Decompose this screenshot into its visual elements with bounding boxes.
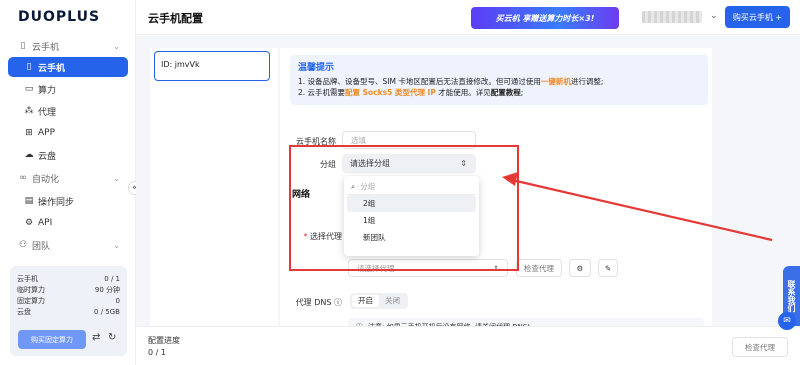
tip-text: 1. 设备品牌、设备型号、SIM 卡地区配置后无法直接修改。但可通过使用 [298,77,541,86]
group-option[interactable]: 2组 [347,195,476,212]
sidebar-item-label: 操作同步 [38,197,75,208]
config-tutorial-link[interactable]: 配置教程 [491,88,521,97]
stat-row: 云盘 0 / 5GB [17,307,120,318]
stat-row: 云手机 0 / 1 [17,274,120,285]
progress-label: 配置进度 [148,336,180,345]
logo[interactable]: DUOPLUS [18,9,100,25]
chevron-down-icon[interactable]: ⌄ [710,11,718,21]
progress-value: 0 / 1 [148,348,166,357]
dns-on-option[interactable]: 开启 [352,295,379,307]
group-option[interactable]: 新团队 [347,229,476,246]
phone-icon: ▯ [26,62,32,72]
sidebar: DUOPLUS ▯ 云手机 ⌄ ▯ 云手机 ▭ 算力 ⁂ 代理 ⊞ APP ☁ … [0,0,136,365]
sidebar-item-label: APP [38,128,56,138]
chevron-down-icon: ⌄ [113,41,120,51]
page-title: 云手机配置 [148,12,203,25]
stat-value: 0 / 1 [104,275,120,283]
stat-value: 0 / 5GB [94,308,120,316]
group-dropdown-menu: ⌕ 分组 2组 1组 新团队 [344,176,479,256]
team-icon: ⚇ [18,240,28,250]
annotation-arrow [502,172,773,242]
sidebar-item-compute[interactable]: ▭ 算力 [8,79,128,99]
network-icon: ⁂ [24,106,34,116]
nav-group-label: 自动化 [32,174,60,185]
tip-line-2: 2. 云手机需要配置 Socks5 类型代理 IP 才能使用。详见配置教程; [298,87,700,98]
nav-group-cloud-phone[interactable]: ▯ 云手机 ⌄ [8,36,128,56]
stat-row: 固定算力 0 [17,296,120,307]
sidebar-item-cloud-phone[interactable]: ▯ 云手机 [8,57,128,77]
nav-group-label: 云手机 [32,42,60,53]
phone-id-card[interactable]: ID: jmvVk [154,51,270,81]
monitor-icon: ▭ [24,84,34,94]
search-icon: ⌕ [351,181,356,191]
buy-cloud-phone-button[interactable]: 购买云手机 + [725,6,790,28]
infinity-icon: ∞ [19,173,27,183]
swap-icon[interactable]: ⇄ [92,332,100,343]
proxy-dns-label: 代理 DNS ⓘ [280,297,342,308]
sidebar-item-label: API [38,218,53,228]
stat-value: 0 [115,297,120,305]
promo-banner[interactable]: 买云机 享赠送算力时长×3! [471,7,619,29]
sidebar-item-proxy[interactable]: ⁂ 代理 [8,101,128,121]
sidebar-item-api[interactable]: ⚙ API [8,213,128,233]
cloud-icon: ☁ [24,150,34,160]
dns-off-option[interactable]: 关闭 [379,295,406,307]
phone-list-panel: ID: jmvVk [150,48,278,338]
top-header: 云手机配置 买云机 享赠送算力时长×3! ⌄ 购买云手机 + [136,0,800,35]
stat-label: 云盘 [17,308,31,316]
group-option[interactable]: 1组 [347,212,476,229]
sidebar-item-label: 代理 [38,107,57,118]
nav-group-team[interactable]: ⚇ 团队 ⌄ [8,235,128,255]
account-avatar[interactable] [642,11,702,23]
sidebar-item-sync[interactable]: ▤ 操作同步 [8,191,128,211]
socks5-highlight: 配置 Socks5 类型代理 IP [345,88,436,97]
sync-icon: ▤ [24,196,34,206]
group-search-placeholder: 分组 [360,182,376,191]
stat-value: 90 分钟 [94,286,120,294]
stat-label: 临时算力 [17,286,45,294]
stat-row: 临时算力 90 分钟 [17,285,120,296]
tip-title: 温馨提示 [298,63,335,73]
refresh-icon[interactable]: ↻ [108,332,116,343]
stat-label: 固定算力 [17,297,45,305]
sidebar-item-label: 算力 [38,85,57,96]
stat-label: 云手机 [17,275,38,283]
edit-icon[interactable]: ✎ [598,259,618,277]
help-icon[interactable]: ⓘ [334,298,342,307]
chevron-down-icon: ⌄ [113,240,120,250]
dns-toggle[interactable]: 开启 关闭 [350,293,408,309]
chevron-down-icon: ⌄ [113,173,120,183]
sidebar-item-label: 云手机 [38,63,66,74]
tip-text: ; [520,88,524,97]
check-proxy-button[interactable]: 检查代理 [516,259,562,277]
nav-group-automation[interactable]: ∞ 自动化 ⌄ [8,168,128,188]
one-click-new-link[interactable]: 一键新机 [541,77,571,86]
grid-icon: ⊞ [25,128,33,138]
phone-icon: ▯ [20,41,26,51]
tip-text: 才能使用。详见 [435,88,491,97]
footer-check-proxy-button[interactable]: 检查代理 [732,337,788,357]
group-search-input[interactable]: ⌕ 分组 [347,179,476,195]
chat-icon[interactable]: ✉ [778,312,796,330]
usage-stats-card: 云手机 0 / 1 临时算力 90 分钟 固定算力 0 云盘 0 / 5GB 购… [10,266,127,356]
sidebar-item-disk[interactable]: ☁ 云盘 [8,145,128,165]
footer-bar: 配置进度 0 / 1 检查代理 [136,326,800,365]
tip-text: 进行调整; [570,77,604,86]
api-icon: ⚙ [24,218,34,228]
tip-box: 温馨提示 1. 设备品牌、设备型号、SIM 卡地区配置后无法直接修改。但可通过使… [290,55,708,105]
proxy-dns-label-text: 代理 DNS [295,298,332,307]
sidebar-item-label: 云盘 [38,151,57,162]
tip-text: 2. 云手机需要 [298,88,346,97]
nav-group-label: 团队 [32,241,51,252]
buy-compute-button[interactable]: 购买固定算力 [18,330,86,349]
sidebar-item-app[interactable]: ⊞ APP [8,123,128,143]
proxy-settings-icon[interactable]: ⚙ [569,259,591,277]
tip-line-1: 1. 设备品牌、设备型号、SIM 卡地区配置后无法直接修改。但可通过使用一键新机… [298,76,700,87]
